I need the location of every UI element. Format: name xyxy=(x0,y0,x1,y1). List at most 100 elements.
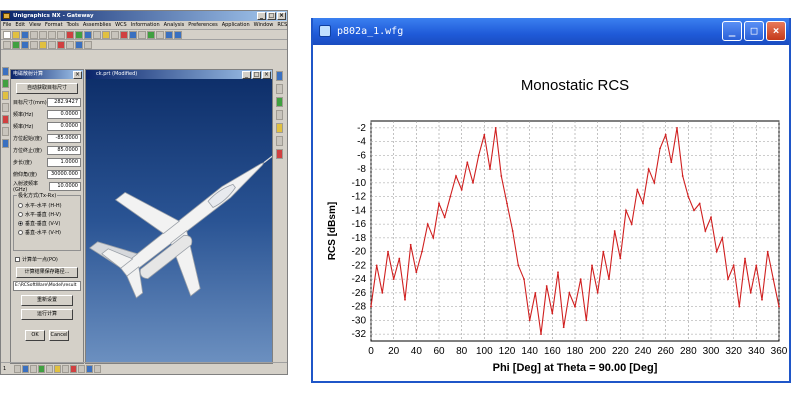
midpoint-icon[interactable] xyxy=(86,364,93,373)
polarization-radio[interactable]: 垂直-水平 (V-H) xyxy=(14,228,80,237)
shell-icon[interactable] xyxy=(66,40,74,49)
intersect-icon[interactable] xyxy=(78,364,85,373)
graphics-close-button[interactable]: × xyxy=(262,71,271,79)
view-icon[interactable] xyxy=(156,30,164,39)
play-icon[interactable] xyxy=(165,30,173,39)
status-selector[interactable]: 1 xyxy=(3,366,13,372)
render-icon[interactable] xyxy=(120,30,128,39)
new-file-icon[interactable] xyxy=(3,30,11,39)
field-input[interactable]: 1.0000 xyxy=(47,157,81,167)
cancel-button[interactable]: Cancel xyxy=(49,330,69,341)
revolve-icon[interactable] xyxy=(30,40,38,49)
menu-item-analysis[interactable]: Analysis xyxy=(164,21,185,29)
field-input[interactable]: 0.0000 xyxy=(47,109,81,119)
blend-icon[interactable] xyxy=(48,40,56,49)
menu-item-information[interactable]: Information xyxy=(131,21,160,29)
assembly-navigator-icon[interactable] xyxy=(2,79,9,88)
view-iso-icon[interactable] xyxy=(276,110,283,120)
menu-item-edit[interactable]: Edit xyxy=(15,21,25,29)
pan-icon[interactable] xyxy=(102,30,110,39)
layer-icon[interactable] xyxy=(147,30,155,39)
print-icon[interactable] xyxy=(30,30,38,39)
body-icon[interactable] xyxy=(62,364,69,373)
menu-item-format[interactable]: Format xyxy=(45,21,63,29)
sketch-icon[interactable] xyxy=(12,40,20,49)
close-button[interactable]: × xyxy=(277,12,286,20)
field-input[interactable]: 0.0000 xyxy=(47,121,81,131)
graphics-min-button[interactable]: _ xyxy=(242,71,251,79)
plot-close-button[interactable]: × xyxy=(766,21,786,41)
field-input[interactable]: 85.0000 xyxy=(47,145,81,155)
field-input[interactable]: 282.9427 xyxy=(47,97,81,107)
field-input[interactable]: 30000.000 xyxy=(47,169,81,179)
roles-icon[interactable] xyxy=(2,103,9,112)
menu-item-preferences[interactable]: Preferences xyxy=(188,21,217,29)
save-icon[interactable] xyxy=(21,30,29,39)
open-folder-icon[interactable] xyxy=(12,30,20,39)
menu-item-assemblies[interactable]: Assemblies xyxy=(83,21,111,29)
polarization-radio[interactable]: 垂直-垂直 (V-V) xyxy=(14,219,80,228)
maximize-button[interactable]: □ xyxy=(267,12,276,20)
edge-icon[interactable] xyxy=(70,364,77,373)
compute-button[interactable]: 运行计算 xyxy=(21,309,73,320)
plot-maximize-button[interactable]: □ xyxy=(744,21,764,41)
polarization-radio[interactable]: 水平-垂直 (H-V) xyxy=(14,210,80,219)
polarization-radio[interactable]: 水平-水平 (H-H) xyxy=(14,201,80,210)
shade-icon[interactable] xyxy=(129,30,137,39)
point-icon[interactable] xyxy=(38,364,45,373)
reuse-library-icon[interactable] xyxy=(2,139,9,148)
view-refresh-icon[interactable] xyxy=(276,149,283,159)
po-checkbox[interactable]: 计算单一点(PO) xyxy=(11,255,83,264)
save-path-button[interactable]: 计算结果保存路径... xyxy=(16,267,78,278)
status-dropdown-icon[interactable] xyxy=(14,364,21,373)
hole-icon[interactable] xyxy=(39,40,47,49)
zoom-icon[interactable] xyxy=(84,30,92,39)
view-fit-icon[interactable] xyxy=(276,136,283,146)
minimize-button[interactable]: _ xyxy=(257,12,266,20)
palette-icon[interactable] xyxy=(2,127,9,136)
menu-item-view[interactable]: View xyxy=(29,21,41,29)
undo-icon[interactable] xyxy=(66,30,74,39)
redo-icon[interactable] xyxy=(75,30,83,39)
part-navigator-icon[interactable] xyxy=(2,67,9,76)
plot-minimize-button[interactable]: _ xyxy=(722,21,742,41)
history-icon[interactable] xyxy=(2,91,9,100)
view-trimetric-icon[interactable] xyxy=(276,123,283,133)
wireframe-icon[interactable] xyxy=(138,30,146,39)
face-icon[interactable] xyxy=(54,364,61,373)
forward-icon[interactable] xyxy=(174,30,182,39)
field-input[interactable]: -85.0000 xyxy=(47,133,81,143)
graphics-max-button[interactable]: □ xyxy=(252,71,261,79)
web-browser-icon[interactable] xyxy=(2,115,9,124)
view-right-icon[interactable] xyxy=(276,97,283,107)
menu-item-wcs[interactable]: WCS xyxy=(115,21,127,29)
ok-button[interactable]: OK xyxy=(25,330,45,341)
auto-size-button[interactable]: 自动获取目标尺寸 xyxy=(16,83,78,94)
extrude-icon[interactable] xyxy=(21,40,29,49)
analysis-icon[interactable] xyxy=(84,40,92,49)
cut-icon[interactable] xyxy=(39,30,47,39)
3d-viewport[interactable] xyxy=(86,79,276,363)
menu-item-file[interactable]: File xyxy=(3,21,11,29)
chamfer-icon[interactable] xyxy=(57,40,65,49)
view-front-icon[interactable] xyxy=(276,84,283,94)
menu-item-application[interactable]: Application xyxy=(222,21,250,29)
view-top-icon[interactable] xyxy=(276,71,283,81)
menu-item-window[interactable]: Window xyxy=(254,21,274,29)
field-input[interactable]: 10.0000 xyxy=(49,181,81,191)
fit-icon[interactable] xyxy=(111,30,119,39)
selection-filter-icon[interactable] xyxy=(22,364,29,373)
copy-icon[interactable] xyxy=(48,30,56,39)
paste-icon[interactable] xyxy=(57,30,65,39)
measure-icon[interactable] xyxy=(75,40,83,49)
menu-item-tools[interactable]: Tools xyxy=(67,21,79,29)
menu-item-rcs[interactable]: RCS xyxy=(277,21,287,29)
dialog-close-button[interactable]: × xyxy=(73,71,82,79)
reset-button[interactable]: 重新设置 xyxy=(21,295,73,306)
select-icon[interactable] xyxy=(3,40,11,49)
save-path-field[interactable]: E:\RCSoftWare\Model\result xyxy=(13,281,81,291)
snap-icon[interactable] xyxy=(30,364,37,373)
center-icon[interactable] xyxy=(94,364,101,373)
curve-icon[interactable] xyxy=(46,364,53,373)
rotate-icon[interactable] xyxy=(93,30,101,39)
